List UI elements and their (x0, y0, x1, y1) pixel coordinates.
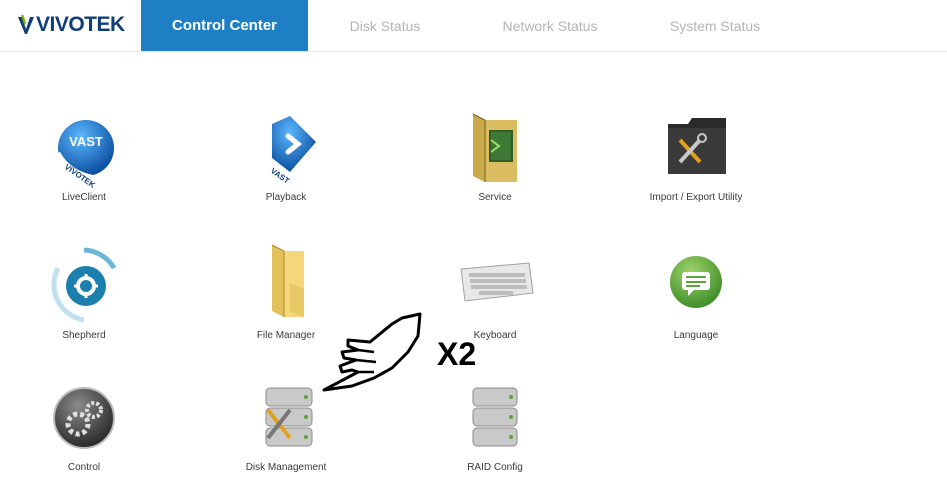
app-label: Import / Export Utility (649, 192, 743, 203)
tab-disk-status[interactable]: Disk Status (330, 0, 440, 51)
top-navigation-bar: VIVOTEK Control Center Disk Status Netwo… (0, 0, 947, 52)
app-liveclient[interactable]: VAST VIVOTEK LiveClient (9, 110, 159, 220)
shepherd-gear-icon (44, 246, 124, 326)
app-label: Language (673, 330, 719, 341)
speech-bubble-icon (656, 246, 736, 326)
control-gears-icon (44, 380, 124, 460)
keyboard-icon (455, 243, 535, 323)
app-label: LiveClient (62, 192, 106, 203)
double-click-indicator: X2 (437, 336, 477, 372)
tab-system-status[interactable]: System Status (650, 0, 780, 51)
app-shepherd[interactable]: Shepherd (9, 246, 159, 356)
disk-stack-icon (455, 380, 535, 460)
app-service[interactable]: Service (420, 110, 570, 220)
app-label: RAID Config (467, 462, 523, 473)
tab-network-status[interactable]: Network Status (480, 0, 620, 51)
app-language[interactable]: Language (621, 246, 771, 356)
app-import-export-utility[interactable]: Import / Export Utility (621, 110, 771, 220)
app-label: Service (478, 192, 512, 203)
disk-tools-icon (246, 380, 326, 460)
app-control[interactable]: Control (9, 380, 159, 490)
app-playback[interactable]: VAST Playback (211, 110, 361, 220)
app-label: Shepherd (62, 330, 106, 341)
vast-playback-icon: VAST (246, 110, 326, 190)
tools-folder-icon (656, 110, 736, 190)
folder-icon (246, 243, 326, 323)
app-label: Control (67, 462, 101, 473)
tab-control-center[interactable]: Control Center (141, 0, 308, 51)
vivotek-logo: VIVOTEK (18, 13, 125, 36)
app-label: Playback (265, 192, 307, 203)
svg-text:VAST: VAST (69, 134, 103, 149)
pointing-hand-icon (322, 312, 422, 402)
service-folder-icon (455, 110, 535, 190)
app-label: Disk Management (245, 462, 327, 473)
app-raid-config[interactable]: RAID Config (420, 380, 570, 490)
vivotek-logo-mark-icon (18, 15, 34, 34)
vast-liveclient-icon: VAST VIVOTEK (44, 110, 124, 190)
brand-name: VIVOTEK (36, 13, 125, 36)
